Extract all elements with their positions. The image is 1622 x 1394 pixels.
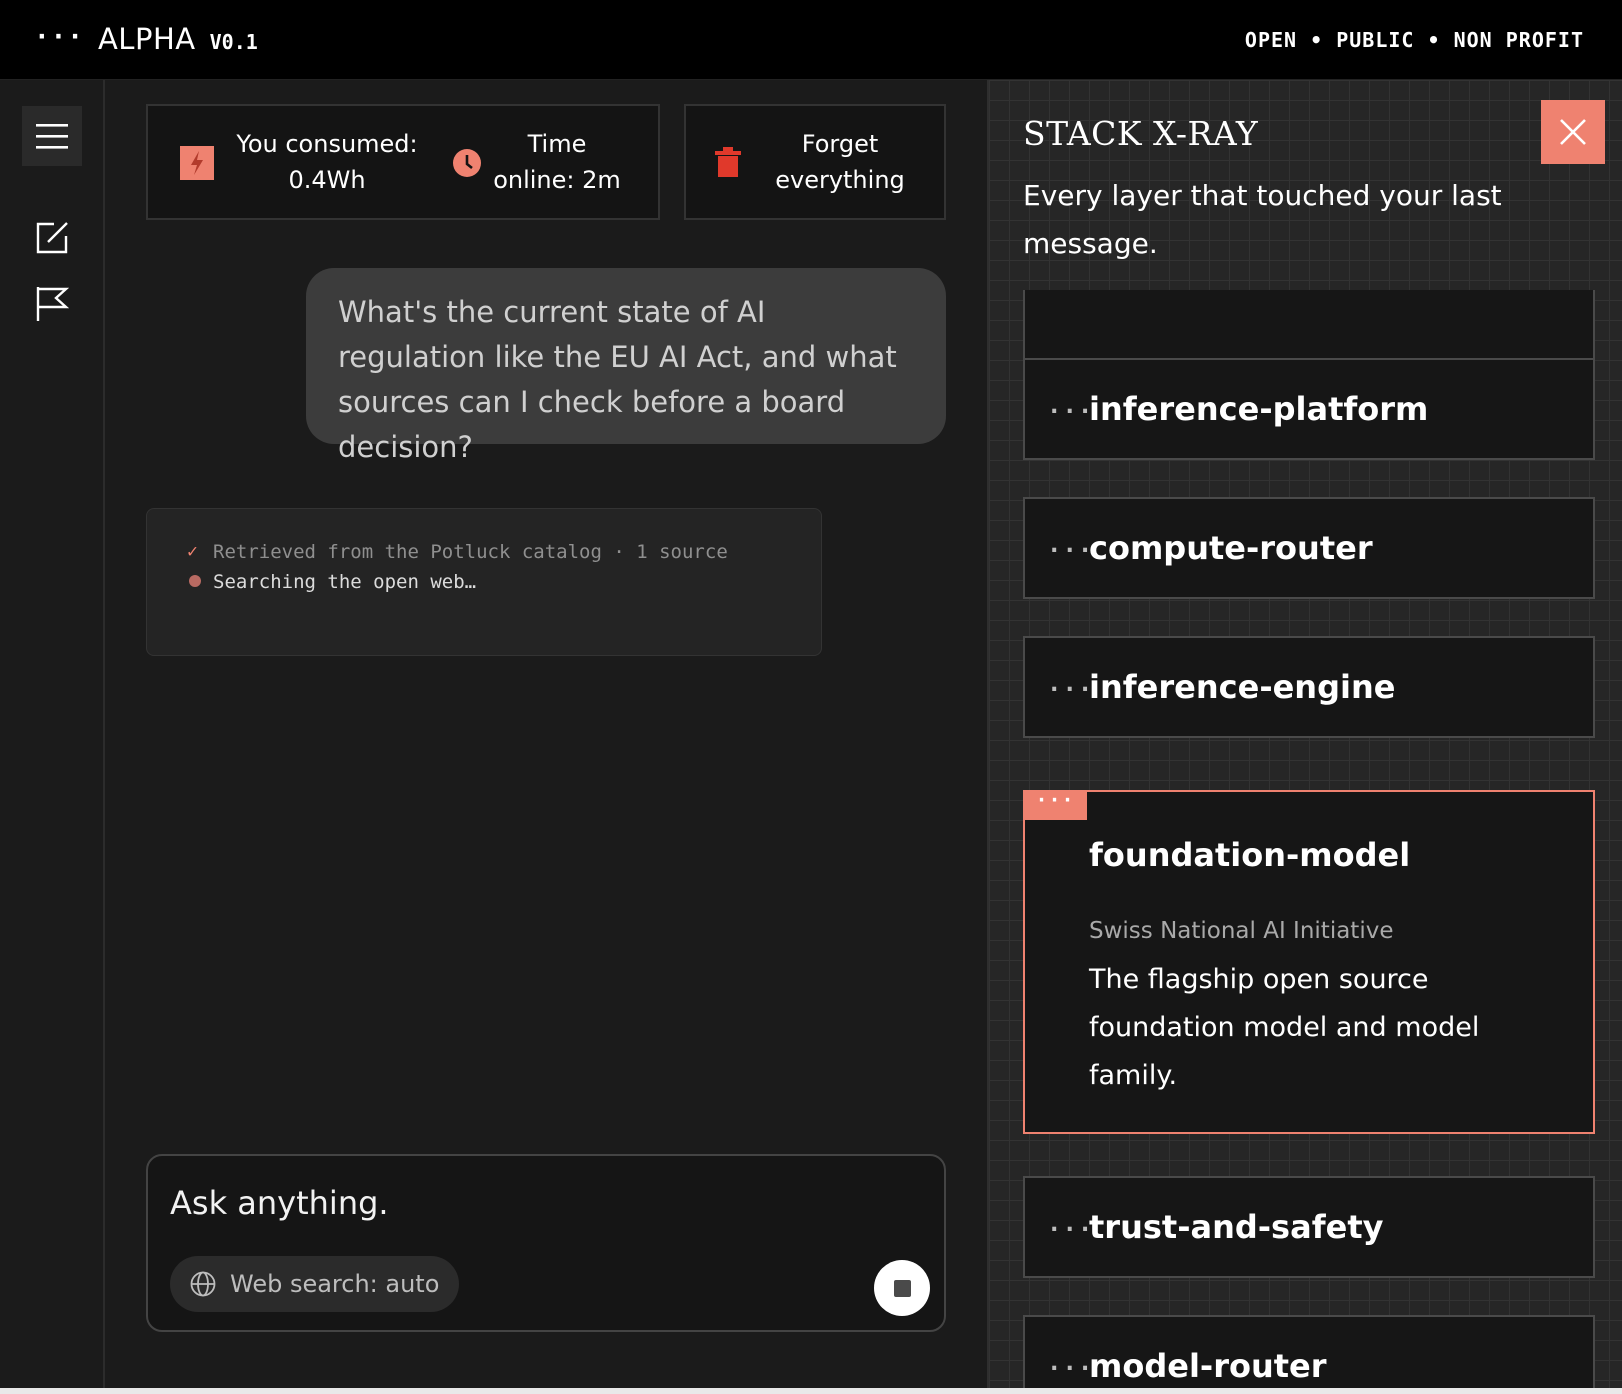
- progress-dot-icon: [189, 575, 201, 587]
- menu-icon: [36, 124, 68, 149]
- web-search-label: Web search: auto: [230, 1270, 440, 1298]
- stop-icon: [893, 1279, 911, 1297]
- stop-button[interactable]: [874, 1260, 930, 1316]
- new-chat-button[interactable]: [30, 216, 74, 260]
- energy-consumed: You consumed: 0.4Wh: [232, 126, 422, 198]
- time-value: online: 2m: [493, 166, 621, 194]
- forget-label: Forget everything: [760, 126, 920, 198]
- layer-card[interactable]: ··· compute-router: [1023, 497, 1595, 599]
- layer-card[interactable]: ··· inference-platform: [1023, 358, 1595, 460]
- trash-icon: [715, 147, 741, 177]
- status-line-done: ✓ Retrieved from the Potluck catalog · 1…: [187, 537, 781, 567]
- close-icon: [1560, 119, 1586, 145]
- user-message: What's the current state of AI regulatio…: [306, 268, 946, 464]
- retrieval-status: ✓ Retrieved from the Potluck catalog · 1…: [146, 508, 822, 656]
- brand-name: ALPHA: [97, 22, 196, 56]
- forget-line-2: everything: [775, 166, 905, 194]
- more-dots-icon: ···: [1047, 1354, 1094, 1382]
- energy-label: You consumed:: [236, 130, 418, 158]
- left-rail: [0, 80, 105, 1388]
- flag-icon: [36, 287, 70, 321]
- window-bottom-edge: [0, 1388, 1622, 1394]
- expanded-tab-dots-icon: ···: [1023, 790, 1087, 820]
- composer: Web search: auto: [146, 1154, 946, 1332]
- layer-card-expanded[interactable]: ··· foundation-model Swiss National AI I…: [1023, 790, 1595, 1134]
- more-dots-icon: ···: [1047, 536, 1094, 564]
- time-online: Time online: 2m: [492, 126, 622, 198]
- forget-line-1: Forget: [801, 130, 879, 158]
- panel-subtitle: Every layer that touched your last messa…: [1023, 179, 1502, 260]
- layer-description: The flagship open source foundation mode…: [1089, 964, 1480, 1091]
- app-window: ··· ALPHA V0.1 OPEN • PUBLIC • NON PROFI…: [0, 0, 1622, 1388]
- layer-card[interactable]: ··· model-router: [1023, 1315, 1595, 1388]
- stack-xray-panel: STACK X-RAY Every layer that touched you…: [987, 80, 1622, 1388]
- more-dots-icon: ···: [1047, 397, 1094, 425]
- message-input[interactable]: [170, 1178, 870, 1228]
- report-button[interactable]: [30, 282, 74, 326]
- menu-button[interactable]: [22, 106, 82, 166]
- layer-name: compute-router: [1089, 529, 1373, 567]
- layer-card[interactable]: ··· trust-and-safety: [1023, 1176, 1595, 1278]
- panel-title: STACK X-RAY: [1023, 114, 1259, 153]
- close-panel-button[interactable]: [1541, 100, 1605, 164]
- brand-dots-icon: ···: [34, 22, 84, 52]
- time-label: Time: [527, 130, 587, 158]
- clock-icon: [453, 149, 481, 177]
- forget-everything-button[interactable]: Forget everything: [684, 104, 946, 220]
- new-chat-icon: [36, 222, 68, 254]
- globe-icon: [190, 1271, 216, 1297]
- more-dots-icon: ···: [1047, 675, 1094, 703]
- layer-name: model-router: [1089, 1347, 1327, 1385]
- layer-name: inference-engine: [1089, 668, 1396, 706]
- layer-name: inference-platform: [1089, 390, 1429, 428]
- check-icon: ✓: [187, 541, 198, 562]
- version-label: V0.1: [209, 30, 258, 54]
- layer-name: foundation-model: [1089, 836, 1411, 874]
- tagline: OPEN • PUBLIC • NON PROFIT: [1244, 28, 1584, 52]
- more-dots-icon: ···: [1047, 1215, 1094, 1243]
- energy-icon: [180, 146, 214, 180]
- status-active-text: Searching the open web…: [213, 571, 477, 593]
- status-line-active: Searching the open web…: [187, 567, 781, 597]
- energy-value: 0.4Wh: [288, 166, 366, 194]
- brand[interactable]: ··· ALPHA V0.1: [34, 22, 258, 56]
- web-search-toggle[interactable]: Web search: auto: [170, 1256, 460, 1312]
- top-bar: ··· ALPHA V0.1 OPEN • PUBLIC • NON PROFI…: [0, 0, 1622, 80]
- layer-card[interactable]: ··· inference-engine: [1023, 636, 1595, 738]
- status-done-text: Retrieved from the Potluck catalog · 1 s…: [213, 541, 728, 563]
- layer-name: trust-and-safety: [1089, 1208, 1384, 1246]
- usage-card: You consumed: 0.4Wh Time online: 2m: [146, 104, 660, 220]
- layer-org: Swiss National AI Initiative: [1089, 918, 1394, 944]
